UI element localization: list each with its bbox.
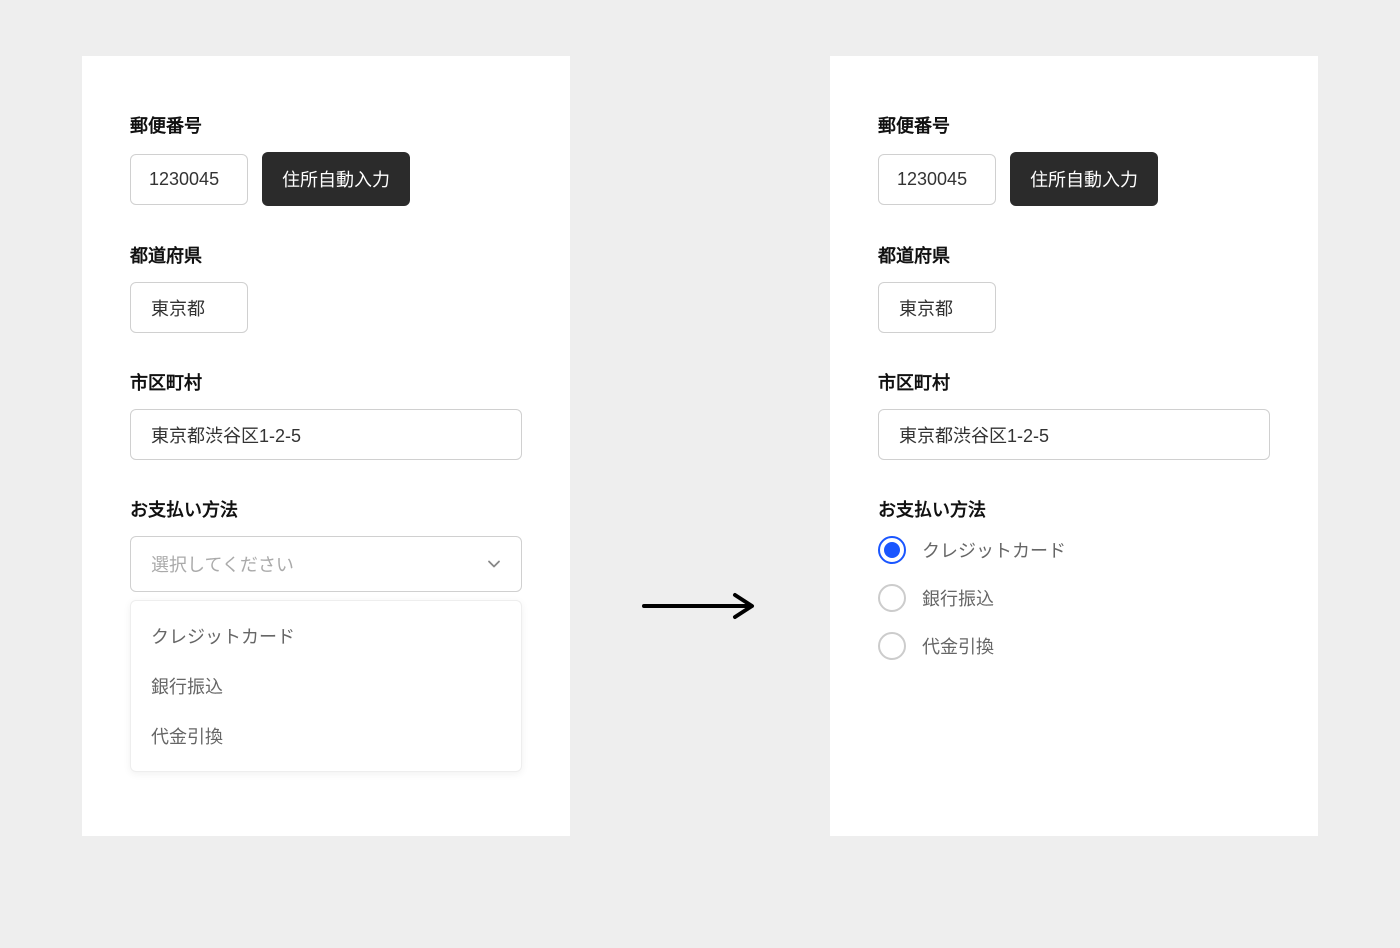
city-label: 市区町村: [130, 369, 522, 395]
payment-label: お支払い方法: [130, 496, 522, 522]
postal-row: 住所自動入力: [130, 152, 522, 206]
radio-label: クレジットカード: [922, 537, 1066, 563]
prefecture-field-group: 都道府県: [130, 242, 522, 333]
payment-dropdown: クレジットカード 銀行振込 代金引換: [130, 600, 522, 772]
arrow-right-icon: [640, 591, 760, 621]
radio-icon: [878, 632, 906, 660]
payment-radio-option[interactable]: 代金引換: [878, 632, 1270, 660]
postal-label: 郵便番号: [130, 112, 522, 138]
payment-label: お支払い方法: [878, 496, 1270, 522]
payment-field-group: お支払い方法 クレジットカード 銀行振込 代金引換: [878, 496, 1270, 660]
city-field-group: 市区町村: [130, 369, 522, 460]
radio-icon: [878, 584, 906, 612]
radio-label: 代金引換: [922, 633, 994, 659]
payment-placeholder: 選択してください: [151, 551, 294, 577]
city-input[interactable]: [878, 409, 1270, 460]
dropdown-option[interactable]: 代金引換: [131, 711, 521, 761]
form-panel-before: 郵便番号 住所自動入力 都道府県 市区町村 お支払い方法 選択してください: [82, 56, 570, 836]
payment-radio-group: クレジットカード 銀行振込 代金引換: [878, 536, 1270, 660]
payment-radio-option[interactable]: クレジットカード: [878, 536, 1270, 564]
prefecture-input[interactable]: [130, 282, 248, 333]
postal-row: 住所自動入力: [878, 152, 1270, 206]
postal-field-group: 郵便番号 住所自動入力: [130, 112, 522, 206]
prefecture-input[interactable]: [878, 282, 996, 333]
form-panel-after: 郵便番号 住所自動入力 都道府県 市区町村 お支払い方法 クレジットカード: [830, 56, 1318, 836]
dropdown-option[interactable]: 銀行振込: [131, 661, 521, 711]
city-label: 市区町村: [878, 369, 1270, 395]
radio-icon-selected: [878, 536, 906, 564]
city-field-group: 市区町村: [878, 369, 1270, 460]
autofill-address-button[interactable]: 住所自動入力: [262, 152, 410, 206]
payment-select[interactable]: 選択してください: [130, 536, 522, 592]
postal-label: 郵便番号: [878, 112, 1270, 138]
postal-field-group: 郵便番号 住所自動入力: [878, 112, 1270, 206]
postal-input[interactable]: [130, 154, 248, 205]
prefecture-label: 都道府県: [878, 242, 1270, 268]
dropdown-option[interactable]: クレジットカード: [131, 611, 521, 661]
autofill-address-button[interactable]: 住所自動入力: [1010, 152, 1158, 206]
prefecture-label: 都道府県: [130, 242, 522, 268]
chevron-down-icon: [487, 557, 501, 571]
payment-field-group: お支払い方法 選択してください クレジットカード 銀行振込 代金引換: [130, 496, 522, 772]
payment-radio-option[interactable]: 銀行振込: [878, 584, 1270, 612]
prefecture-field-group: 都道府県: [878, 242, 1270, 333]
postal-input[interactable]: [878, 154, 996, 205]
city-input[interactable]: [130, 409, 522, 460]
radio-label: 銀行振込: [922, 585, 994, 611]
